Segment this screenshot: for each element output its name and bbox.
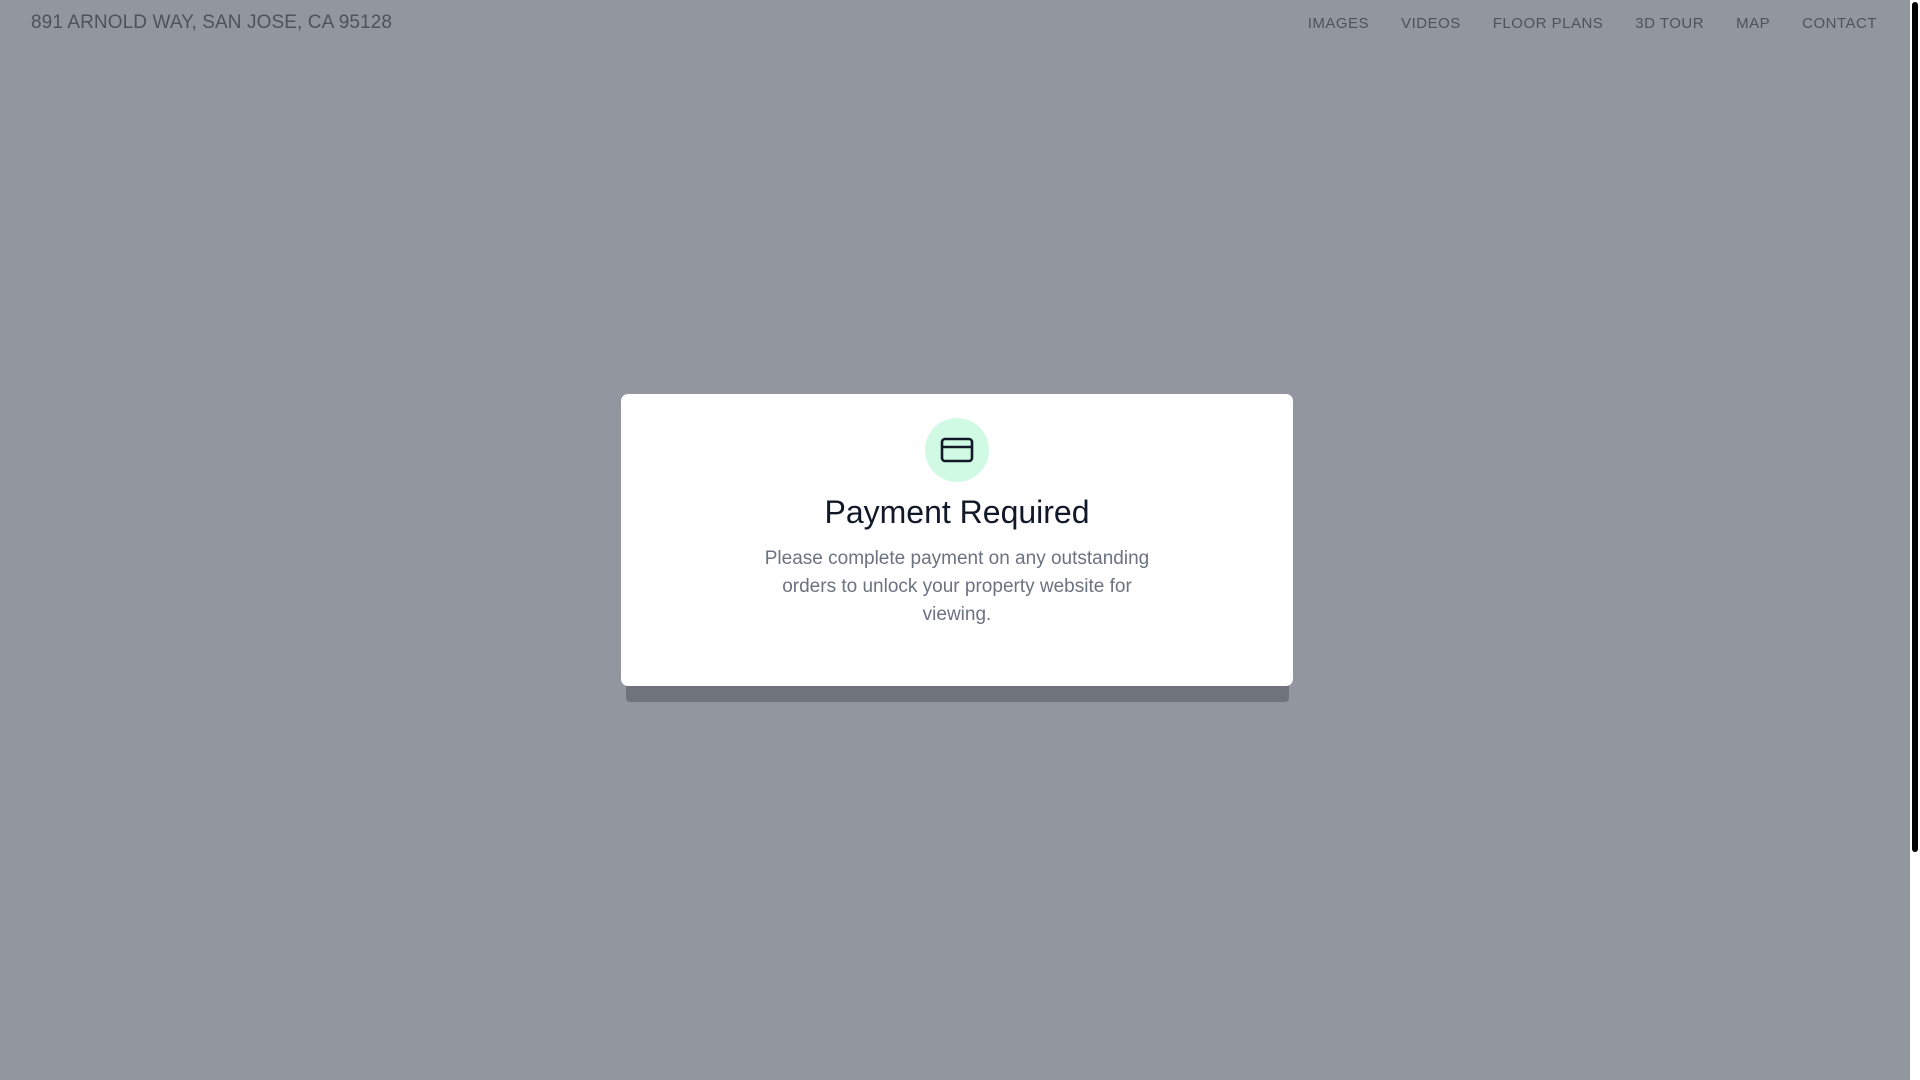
page-overlay: 891 ARNOLD WAY, SAN JOSE, CA 95128 IMAGE…	[0, 0, 1910, 1080]
scrollbar-thumb[interactable]	[1912, 2, 1918, 852]
dialog-title: Payment Required	[824, 494, 1090, 530]
payment-required-dialog: Payment Required Please complete payment…	[621, 394, 1293, 686]
nav-link-3d-tour[interactable]: 3D TOUR	[1635, 15, 1704, 32]
property-address-title[interactable]: 891 ARNOLD WAY, SAN JOSE, CA 95128	[31, 12, 392, 34]
nav-link-contact[interactable]: CONTACT	[1802, 15, 1877, 32]
credit-card-icon	[940, 437, 974, 463]
nav-link-map[interactable]: MAP	[1736, 15, 1770, 32]
nav-link-videos[interactable]: VIDEOS	[1401, 15, 1461, 32]
nav-link-floor-plans[interactable]: FLOOR PLANS	[1493, 15, 1604, 32]
vertical-scrollbar[interactable]	[1910, 0, 1920, 1080]
icon-badge	[925, 418, 989, 482]
top-navigation-bar: 891 ARNOLD WAY, SAN JOSE, CA 95128 IMAGE…	[0, 0, 1910, 50]
main-nav: IMAGES VIDEOS FLOOR PLANS 3D TOUR MAP CO…	[1308, 15, 1877, 32]
dialog-message: Please complete payment on any outstandi…	[764, 548, 1150, 625]
nav-link-images[interactable]: IMAGES	[1308, 15, 1369, 32]
